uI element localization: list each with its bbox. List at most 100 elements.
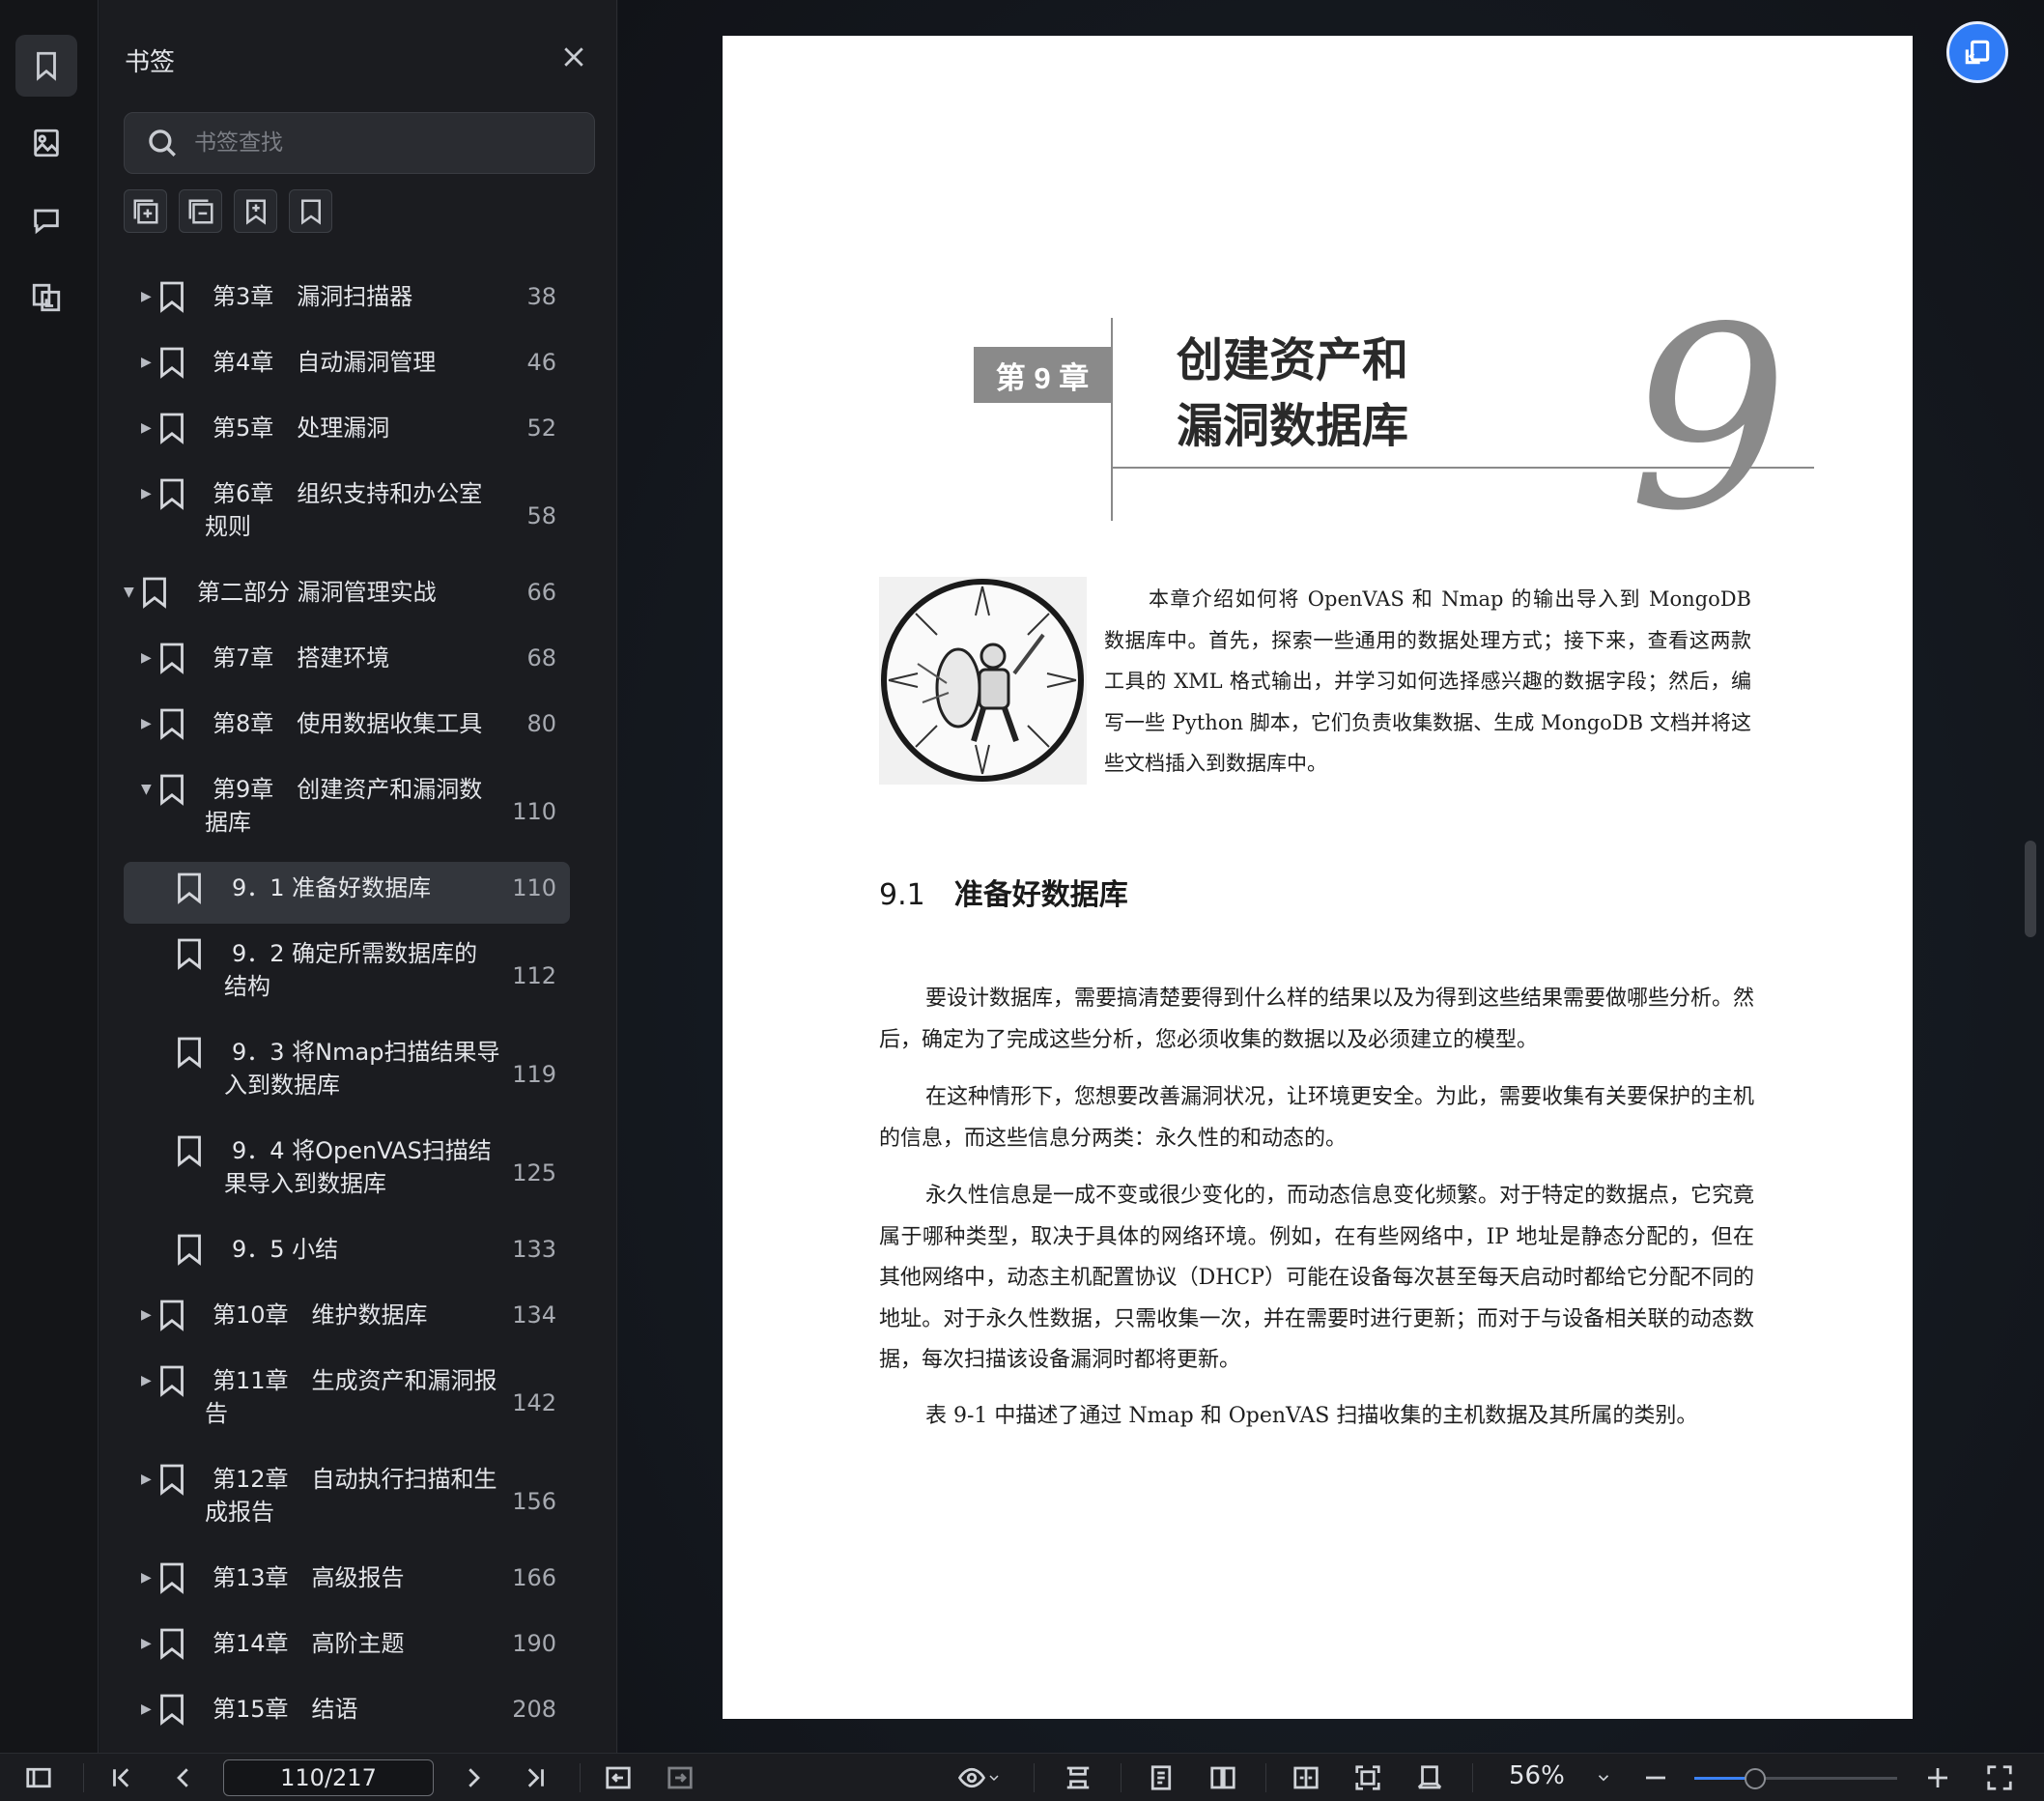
zoom-out-button[interactable]	[1638, 1761, 1673, 1794]
caret-down-icon[interactable]: ▼	[141, 782, 156, 797]
bookmark-icon	[176, 872, 203, 904]
bookmark-label: 第3章 漏洞扫描器	[213, 283, 413, 310]
bookmark-label-continued: 告	[205, 1400, 228, 1427]
bookmark-label: 9．5 小结	[232, 1236, 339, 1263]
caret-right-icon[interactable]: ▶	[141, 420, 156, 436]
bookmark-item[interactable]: ▼ 第二部分 漏洞管理实战 66	[124, 566, 570, 632]
bookmark-item[interactable]: ▶ 第13章 高级报告 166	[124, 1552, 570, 1617]
bookmark-item[interactable]: 9．1 准备好数据库 110	[124, 862, 570, 924]
fit-page-icon	[1355, 1765, 1380, 1790]
bookmark-page-number: 66	[526, 579, 556, 606]
page-number-input[interactable]: 110/217	[223, 1759, 434, 1796]
bookmark-label: 第15章 结语	[213, 1696, 358, 1723]
bookmark-item[interactable]: ▶ 第5章 处理漏洞 52	[124, 402, 570, 468]
read-mode-dropdown[interactable]	[951, 1761, 1008, 1794]
bookmark-page-number: 166	[512, 1564, 556, 1591]
zoom-level[interactable]: 56%	[1509, 1761, 1565, 1790]
bookmark-page-number: 208	[512, 1696, 556, 1723]
bookmark-item[interactable]: 9．3 将Nmap扫描结果导 入到数据库 119	[124, 1026, 570, 1125]
double-page-button[interactable]	[1206, 1761, 1240, 1794]
thumbnail-panel-icon[interactable]	[15, 112, 77, 174]
caret-right-icon[interactable]: ▶	[141, 486, 156, 501]
close-icon[interactable]	[559, 43, 590, 73]
back-button[interactable]	[601, 1761, 636, 1794]
bookmark-item[interactable]: ▶ 第6章 组织支持和办公室 规则 58	[124, 468, 570, 566]
bookmark-item[interactable]: ▼ 第9章 创建资产和漏洞数 据库 110	[124, 763, 570, 862]
rotate-button[interactable]	[1412, 1761, 1447, 1794]
bookmark-icon	[158, 346, 185, 379]
caret-right-icon[interactable]: ▶	[141, 650, 156, 666]
bookmark-item[interactable]: ▶ 第11章 生成资产和漏洞报告 142	[124, 1355, 570, 1453]
bookmark-search[interactable]	[124, 112, 595, 174]
previous-page-button[interactable]	[166, 1761, 201, 1794]
search-input[interactable]	[194, 130, 561, 156]
bookmark-label: 9．3 将Nmap扫描结果导	[232, 1039, 500, 1066]
caret-right-icon[interactable]: ▶	[141, 1307, 156, 1323]
document-scrollbar[interactable]	[2025, 841, 2036, 937]
bookmark-icon	[158, 412, 185, 444]
caret-right-icon[interactable]: ▶	[141, 289, 156, 304]
delete-bookmark-button[interactable]	[289, 189, 332, 233]
paragraph: 表 9-1 中描述了通过 Nmap 和 OpenVAS 扫描收集的主机数据及其所…	[925, 1404, 1698, 1428]
bookmark-item[interactable]: 9．4 将OpenVAS扫描结 果导入到数据库 125	[124, 1125, 570, 1223]
caret-right-icon[interactable]: ▶	[141, 355, 156, 370]
bookmark-item[interactable]: ▶ 第14章 高阶主题 190	[124, 1617, 570, 1683]
bookmark-label-continued: 结构	[224, 973, 270, 1000]
bookmark-item[interactable]: ▶ 第7章 搭建环境 68	[124, 632, 570, 698]
bookmark-label: 第7章 搭建环境	[213, 644, 390, 672]
next-page-button[interactable]	[456, 1761, 491, 1794]
last-page-button[interactable]	[518, 1761, 553, 1794]
bookmark-item[interactable]: ▶ 第10章 维护数据库 134	[124, 1289, 570, 1355]
bookmark-page-number: 80	[526, 710, 556, 737]
fit-width-button[interactable]	[1289, 1761, 1323, 1794]
bookmark-page-number: 110	[512, 874, 556, 901]
bookmark-item[interactable]: ▶ 第3章 漏洞扫描器 38	[124, 271, 570, 336]
bookmark-item[interactable]: ▶ 第12章 自动执行扫描和生 成报告 156	[124, 1453, 570, 1552]
continuous-scroll-button[interactable]	[1061, 1761, 1095, 1794]
convert-icon	[1965, 40, 1990, 65]
toggle-sidebar-button[interactable]	[21, 1761, 56, 1794]
caret-right-icon[interactable]: ▶	[141, 1373, 156, 1388]
paragraph: 在这种情形下，您想要改善漏洞状况，让环境更安全。为此，需要收集有关要保护的主机的…	[879, 1085, 1755, 1151]
outline-export-icon[interactable]	[15, 267, 77, 329]
caret-right-icon[interactable]: ▶	[141, 1636, 156, 1651]
bookmark-label: 第12章 自动执行扫描和生	[213, 1466, 497, 1493]
forward-button[interactable]	[663, 1761, 697, 1794]
bookmark-label-continued: 规则	[205, 513, 251, 540]
bookmark-item[interactable]: 9．2 确定所需数据库的 结构 112	[124, 928, 570, 1026]
caret-right-icon[interactable]: ▶	[141, 1701, 156, 1717]
bookmark-item[interactable]: ▶ 第15章 结语 208	[124, 1683, 570, 1749]
floating-action-button[interactable]	[1946, 21, 2008, 83]
fit-page-button[interactable]	[1350, 1761, 1385, 1794]
bookmark-item[interactable]: 9．5 小结 133	[124, 1223, 570, 1289]
comment-panel-icon[interactable]	[15, 189, 77, 251]
chapter-title-line2: 漏洞数据库	[1177, 399, 1409, 453]
single-page-button[interactable]	[1144, 1761, 1178, 1794]
first-page-button[interactable]	[104, 1761, 139, 1794]
zoom-in-button[interactable]	[1920, 1761, 1955, 1794]
bookmark-icon	[176, 1134, 203, 1167]
section-heading: 9.1 准备好数据库	[879, 871, 1128, 913]
collapse-all-button[interactable]	[179, 189, 222, 233]
caret-right-icon[interactable]: ▶	[141, 1570, 156, 1586]
fullscreen-button[interactable]	[1982, 1761, 2017, 1794]
bookmark-item[interactable]: ▶ 第8章 使用数据收集工具 80	[124, 698, 570, 763]
caret-right-icon[interactable]: ▶	[141, 1472, 156, 1487]
rotate-icon	[1417, 1765, 1442, 1789]
bookmark-icon	[176, 1036, 203, 1069]
bookmark-panel-icon[interactable]	[15, 35, 77, 97]
caret-down-icon[interactable]: ▼	[124, 585, 139, 600]
bookmark-page-number: 68	[526, 644, 556, 672]
bookmark-label-continued: 据库	[205, 809, 251, 836]
add-bookmark-button[interactable]	[234, 189, 277, 233]
bookmark-label: 第二部分 漏洞管理实战	[197, 579, 437, 606]
caret-right-icon[interactable]: ▶	[141, 716, 156, 731]
expand-all-button[interactable]	[124, 189, 167, 233]
plus-icon	[1928, 1768, 1947, 1787]
bookmark-page-number: 110	[512, 798, 556, 825]
bookmark-item[interactable]: ▶ 第4章 自动漏洞管理 46	[124, 336, 570, 402]
zoom-slider-handle[interactable]	[1745, 1768, 1766, 1789]
zoom-dropdown[interactable]	[1590, 1761, 1617, 1794]
bookmark-page-number: 52	[526, 415, 556, 442]
back-icon	[606, 1766, 631, 1789]
